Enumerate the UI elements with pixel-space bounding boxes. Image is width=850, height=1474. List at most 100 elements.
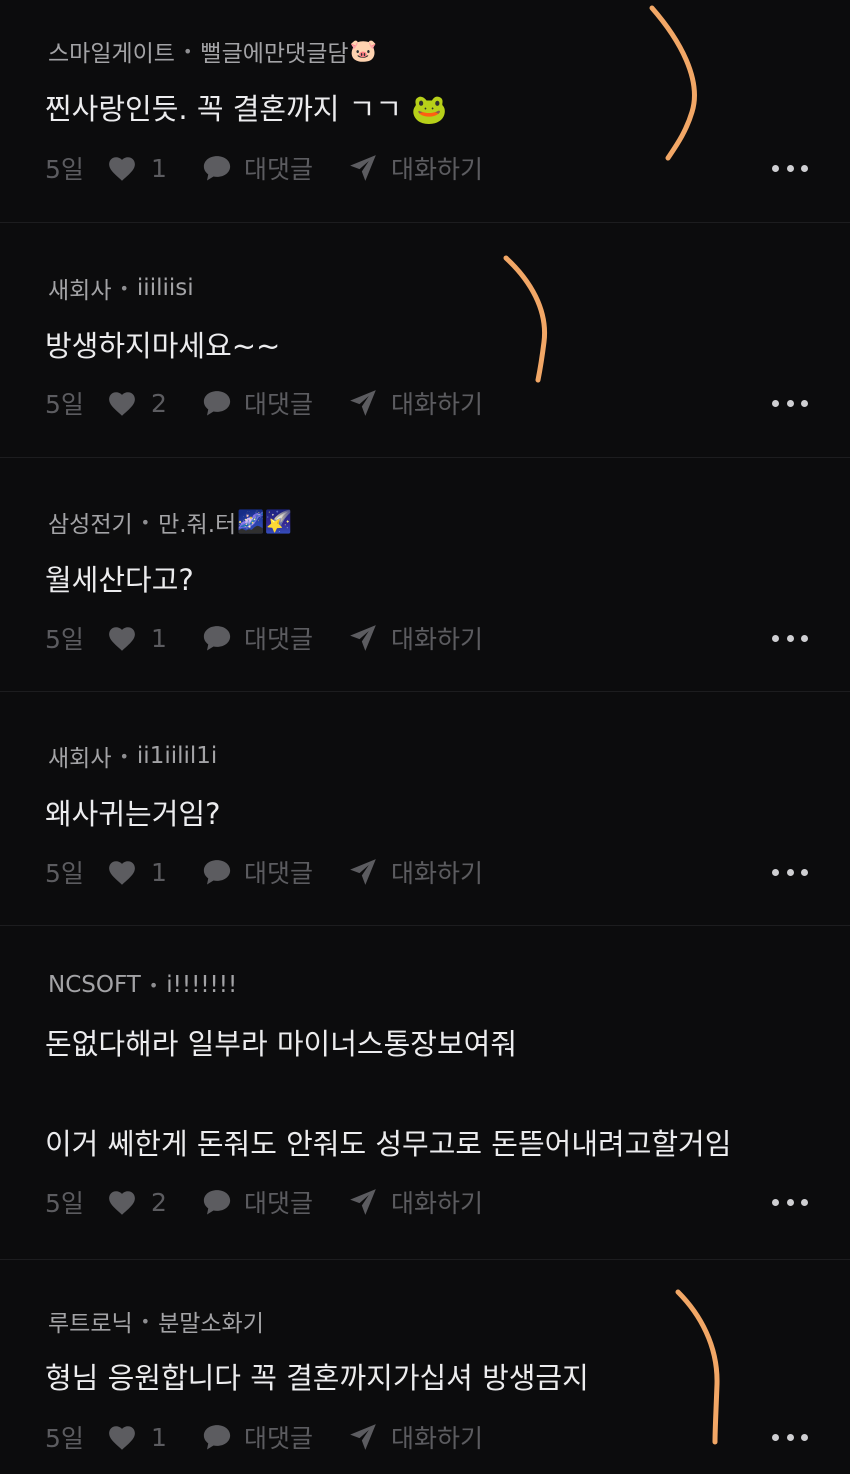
comment-actions: 5일 1 대댓글 대화하기 <box>45 148 483 188</box>
user-nickname[interactable]: i!!!!!!! <box>166 972 237 998</box>
speech-bubble-icon <box>203 626 231 651</box>
comment-meta: 루트로닉 • 분말소화기 <box>48 1304 264 1338</box>
like-button[interactable]: 2 <box>107 1188 202 1217</box>
user-nickname[interactable]: 만.줘.터 <box>158 505 236 539</box>
reply-button[interactable]: 대댓글 <box>202 1184 349 1220</box>
chat-button[interactable]: 대화하기 <box>349 1184 483 1220</box>
chat-label: 대화하기 <box>391 1424 484 1453</box>
comment-actions: 5일 1 대댓글 대화하기 <box>45 852 483 892</box>
paper-plane-icon <box>350 859 376 885</box>
comment-item: 새회사 • ii1iilil1i 왜사귀는거임? 5일 1 대댓글 대화하기 <box>0 691 850 926</box>
paper-plane-icon <box>350 1424 376 1450</box>
like-button[interactable]: 1 <box>107 154 202 183</box>
separator-dot: • <box>148 975 159 995</box>
reply-label: 대댓글 <box>244 390 314 419</box>
reply-label: 대댓글 <box>244 1189 314 1218</box>
like-count: 1 <box>151 1422 167 1452</box>
comment-actions: 5일 1 대댓글 대화하기 <box>45 1417 483 1457</box>
heart-icon <box>109 1425 135 1450</box>
chat-button[interactable]: 대화하기 <box>349 854 483 890</box>
more-options-button[interactable] <box>772 1182 808 1222</box>
reply-label: 대댓글 <box>244 859 314 888</box>
user-nickname[interactable]: 분말소화기 <box>158 1304 264 1338</box>
annotation-stroke <box>503 255 548 383</box>
like-button[interactable]: 1 <box>107 1423 202 1452</box>
comment-meta: 스마일게이트 • 뻘글에만댓글담 🐷 <box>48 34 377 68</box>
comment-text: 찐사랑인듯. 꼭 결혼까지 ㄱㄱ 🐸 <box>45 92 448 126</box>
user-nickname[interactable]: iiiliisi <box>137 275 194 301</box>
reply-button[interactable]: 대댓글 <box>202 150 349 186</box>
comment-meta: 새회사 • iiiliisi <box>48 271 194 305</box>
paper-plane-icon <box>350 625 376 651</box>
chat-button[interactable]: 대화하기 <box>349 1419 483 1455</box>
separator-dot: • <box>140 512 151 532</box>
comment-meta: NCSOFT • i!!!!!!! <box>48 972 237 998</box>
comment-actions: 5일 2 대댓글 대화하기 <box>45 383 483 423</box>
separator-dot: • <box>182 41 193 61</box>
more-options-button[interactable] <box>772 618 808 658</box>
reply-button[interactable]: 대댓글 <box>202 385 349 421</box>
comment-text: 돈없다해라 일부라 마이너스통장보여줘 <box>45 1027 517 1061</box>
chat-label: 대화하기 <box>391 859 484 888</box>
chat-button[interactable]: 대화하기 <box>349 620 483 656</box>
reply-label: 대댓글 <box>244 625 314 654</box>
separator-dot: • <box>119 278 129 298</box>
more-options-button[interactable] <box>772 852 808 892</box>
like-count: 1 <box>151 857 167 887</box>
comment-meta: 새회사 • ii1iilil1i <box>48 739 217 773</box>
reply-button[interactable]: 대댓글 <box>202 854 349 890</box>
nickname-emoji: 🐷 <box>349 38 377 64</box>
comment-item: 삼성전기 • 만.줘.터 🌌🌠 월세산다고? 5일 1 대댓글 대화하기 <box>0 457 850 692</box>
company-name: 새회사 <box>48 746 112 772</box>
user-nickname[interactable]: ii1iilil1i <box>137 743 217 769</box>
comment-time: 5일 <box>45 1424 84 1453</box>
like-button[interactable]: 2 <box>107 389 202 418</box>
reply-button[interactable]: 대댓글 <box>202 1419 349 1455</box>
heart-icon <box>109 626 135 651</box>
reply-label: 대댓글 <box>244 155 314 184</box>
like-button[interactable]: 1 <box>107 858 202 887</box>
like-count: 2 <box>151 388 167 418</box>
more-options-button[interactable] <box>772 1417 808 1457</box>
like-count: 1 <box>151 153 167 183</box>
heart-icon <box>109 391 135 416</box>
speech-bubble-icon <box>203 860 231 885</box>
separator-dot: • <box>140 1311 151 1331</box>
annotation-stroke <box>649 5 697 161</box>
speech-bubble-icon <box>203 1190 231 1215</box>
heart-icon <box>109 1190 135 1215</box>
speech-bubble-icon <box>203 391 231 416</box>
comment-item: 스마일게이트 • 뻘글에만댓글담 🐷 찐사랑인듯. 꼭 결혼까지 ㄱㄱ 🐸 5일… <box>0 0 850 223</box>
company-name: 루트로닉 <box>48 1311 133 1337</box>
paper-plane-icon <box>350 155 376 181</box>
reply-button[interactable]: 대댓글 <box>202 620 349 656</box>
annotation-stroke <box>675 1289 720 1445</box>
comment-actions: 5일 1 대댓글 대화하기 <box>45 618 483 658</box>
like-count: 1 <box>151 623 167 653</box>
paper-plane-icon <box>350 390 376 416</box>
comment-text: 월세산다고? <box>45 563 194 597</box>
comment-text: 형님 응원합니다 꼭 결혼까지가십셔 방생금지 <box>45 1361 589 1395</box>
company-name: 스마일게이트 <box>48 41 175 67</box>
like-button[interactable]: 1 <box>107 624 202 653</box>
separator-dot: • <box>119 746 129 766</box>
heart-icon <box>109 156 135 181</box>
comment-time: 5일 <box>45 625 84 654</box>
comment-actions: 5일 2 대댓글 대화하기 <box>45 1182 483 1222</box>
speech-bubble-icon <box>203 1425 231 1450</box>
chat-button[interactable]: 대화하기 <box>349 150 483 186</box>
nickname-emoji: 🌌🌠 <box>237 509 292 535</box>
comment-time: 5일 <box>45 1189 84 1218</box>
speech-bubble-icon <box>203 156 231 181</box>
like-count: 2 <box>151 1187 167 1217</box>
more-options-button[interactable] <box>772 148 808 188</box>
user-nickname[interactable]: 뻘글에만댓글담 <box>200 34 348 68</box>
more-options-button[interactable] <box>772 383 808 423</box>
chat-label: 대화하기 <box>391 625 484 654</box>
company-name: 새회사 <box>48 278 112 304</box>
company-name: NCSOFT <box>48 972 141 998</box>
chat-label: 대화하기 <box>391 155 484 184</box>
chat-button[interactable]: 대화하기 <box>349 385 483 421</box>
heart-icon <box>109 860 135 885</box>
chat-label: 대화하기 <box>391 1189 484 1218</box>
